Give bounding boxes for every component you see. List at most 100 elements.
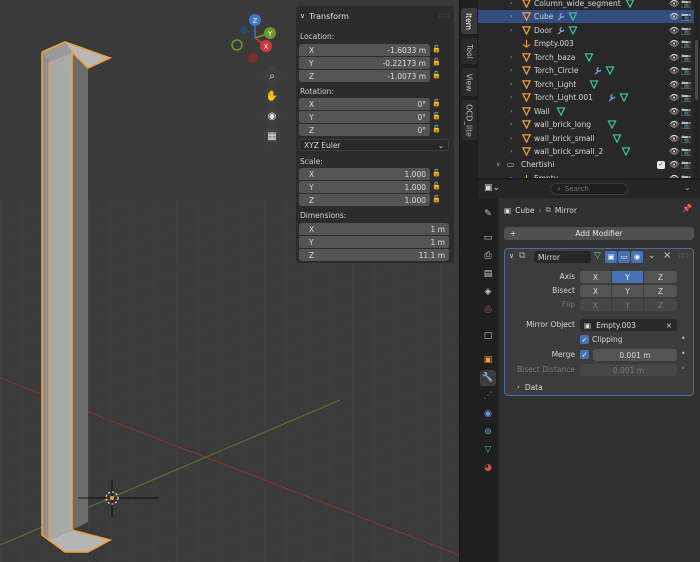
pin-icon[interactable]: 📌: [682, 204, 692, 213]
mirror-object-field[interactable]: ▣ Empty.003 ×: [580, 319, 677, 331]
dimensions-z-field[interactable]: Z 11.1 m: [299, 249, 449, 261]
camera-icon[interactable]: ◉: [263, 107, 281, 125]
eye-icon[interactable]: 👁: [669, 80, 679, 89]
axis-y-toggle[interactable]: Y: [612, 271, 644, 283]
search-input[interactable]: ⌕ Search: [550, 183, 628, 195]
outliner-row[interactable]: › Torch_baza 👁 📷: [478, 51, 694, 64]
expand-arrow-icon[interactable]: ›: [510, 13, 512, 20]
lock-icon[interactable]: 🔓: [432, 45, 442, 55]
expand-arrow-icon[interactable]: ›: [510, 0, 512, 7]
rotation-mode-select[interactable]: XYZ Euler ⌄: [299, 139, 449, 151]
particles-tab-icon[interactable]: ⋰: [480, 388, 496, 404]
close-icon[interactable]: ×: [663, 250, 671, 261]
outliner-row[interactable]: › Cube 👁 📷: [478, 10, 694, 24]
world-tab-icon[interactable]: ◎: [480, 302, 496, 318]
camera-icon[interactable]: 📷: [681, 12, 691, 21]
tab-view[interactable]: View: [461, 68, 477, 96]
outliner-row[interactable]: › Door 👁 📷: [478, 24, 694, 37]
camera-icon[interactable]: 📷: [681, 53, 691, 62]
eye-icon[interactable]: 👁: [669, 174, 679, 178]
camera-icon[interactable]: 📷: [681, 174, 691, 178]
eye-icon[interactable]: 👁: [669, 93, 679, 102]
eye-icon[interactable]: 👁: [669, 0, 679, 8]
dimensions-y-field[interactable]: Y1 m: [299, 236, 449, 248]
flip-y-toggle[interactable]: Y: [612, 299, 644, 311]
add-modifier-button[interactable]: + Add Modifier: [504, 227, 694, 240]
eye-icon[interactable]: 👁: [669, 66, 679, 75]
edit-mode-cage-icon[interactable]: ▽: [594, 251, 601, 261]
camera-icon[interactable]: 📷: [681, 107, 691, 116]
constraints-tab-icon[interactable]: ⊚: [480, 424, 496, 440]
tab-tool[interactable]: Tool: [461, 38, 477, 64]
expand-arrow-icon[interactable]: ›: [510, 94, 512, 101]
eye-icon[interactable]: 👁: [669, 26, 679, 35]
physics-tab-icon[interactable]: ◉: [480, 406, 496, 422]
outliner-collection-row[interactable]: ∨ ▭ Chertishi ✓ 👁 📷: [478, 158, 694, 171]
expand-arrow-icon[interactable]: ›: [510, 175, 512, 178]
axis-x-toggle[interactable]: X: [580, 271, 612, 283]
outliner-row[interactable]: › Wall 👁 📷: [478, 105, 694, 118]
eye-icon[interactable]: 👁: [669, 107, 679, 116]
outliner-row[interactable]: › Torch_Light 👁 📷: [478, 78, 694, 91]
rotation-y-field[interactable]: Y 0°: [299, 111, 430, 123]
scale-z-field[interactable]: Z 1.000: [299, 194, 430, 206]
eye-icon[interactable]: 👁: [669, 147, 679, 156]
scene-tab-icon[interactable]: ◈: [480, 284, 496, 300]
chevron-down-icon[interactable]: ∨: [509, 252, 514, 260]
camera-icon[interactable]: 📷: [681, 26, 691, 35]
zoom-icon[interactable]: ⌕: [263, 67, 281, 85]
eye-icon[interactable]: 👁: [669, 134, 679, 143]
lock-icon[interactable]: 🔓: [432, 169, 442, 179]
bisect-z-toggle[interactable]: Z: [644, 285, 677, 297]
flip-x-toggle[interactable]: X: [580, 299, 612, 311]
bisect-distance-field[interactable]: 0.001 m: [580, 364, 677, 376]
location-y-field[interactable]: Y -0.22173 m: [299, 57, 430, 69]
keyframe-dot-icon[interactable]: •: [681, 349, 686, 358]
data-subpanel-header[interactable]: › Data: [517, 383, 543, 392]
edit-mode-toggle-icon[interactable]: ▣: [605, 251, 617, 263]
camera-icon[interactable]: 📷: [681, 80, 691, 89]
render-tab-icon[interactable]: ▭: [480, 230, 496, 246]
outliner-row[interactable]: › Empty 👁📷: [478, 172, 694, 178]
camera-icon[interactable]: 📷: [681, 120, 691, 129]
outliner-row[interactable]: › wall_brick_long 👁 📷: [478, 118, 694, 131]
lock-icon[interactable]: 🔓: [432, 125, 442, 135]
flip-z-toggle[interactable]: Z: [644, 299, 677, 311]
eye-icon[interactable]: 👁: [669, 12, 679, 21]
clear-icon[interactable]: ×: [666, 321, 672, 330]
outliner-row[interactable]: › Torch_Light.001 👁 📷: [478, 91, 694, 104]
data-tab-icon[interactable]: ▽: [480, 442, 496, 458]
modifier-tab-icon[interactable]: 🔧: [480, 370, 496, 386]
eye-icon[interactable]: 👁: [669, 39, 679, 48]
checkbox-icon[interactable]: ✓: [657, 160, 665, 169]
eye-icon[interactable]: 👁: [669, 53, 679, 62]
material-tab-icon[interactable]: ◕: [480, 460, 496, 476]
view-layer-tab-icon[interactable]: ▤: [480, 266, 496, 282]
drag-handle-icon[interactable]: ∷∷: [439, 12, 450, 20]
outliner-row[interactable]: › wall_brick_small 👁 📷: [478, 132, 694, 145]
lock-icon[interactable]: 🔓: [432, 195, 442, 205]
dropdown-icon[interactable]: ⌄: [648, 251, 656, 261]
outliner-scrollbar[interactable]: [694, 0, 699, 178]
expand-arrow-icon[interactable]: ›: [510, 135, 512, 142]
lock-icon[interactable]: 🔓: [432, 99, 442, 109]
tab-ocd-lite[interactable]: OCD_lite: [461, 100, 477, 140]
location-z-field[interactable]: Z -1.0073 m: [299, 70, 430, 82]
scale-x-field[interactable]: X 1.000: [299, 168, 430, 180]
grid-icon[interactable]: ▦: [263, 127, 281, 145]
camera-icon[interactable]: 📷: [681, 160, 691, 169]
expand-arrow-icon[interactable]: ›: [510, 27, 512, 34]
camera-icon[interactable]: 📷: [681, 66, 691, 75]
modifier-name-field[interactable]: Mirror: [534, 251, 591, 263]
outliner-row[interactable]: › Torch_Circle 👁 📷: [478, 64, 694, 77]
camera-icon[interactable]: 📷: [681, 39, 691, 48]
clipping-checkbox[interactable]: ✓: [580, 335, 589, 344]
location-x-field[interactable]: X -1.6033 m: [299, 44, 430, 56]
outliner-row[interactable]: › wall_brick_small_2 👁 📷: [478, 145, 694, 158]
merge-distance-field[interactable]: 0.001 m: [593, 349, 677, 361]
bisect-y-toggle[interactable]: Y: [612, 285, 644, 297]
output-tab-icon[interactable]: ⎙: [480, 248, 496, 264]
outliner-row[interactable]: Empty.003 👁 📷: [478, 37, 694, 50]
expand-arrow-icon[interactable]: ›: [510, 121, 512, 128]
camera-icon[interactable]: 📷: [681, 147, 691, 156]
